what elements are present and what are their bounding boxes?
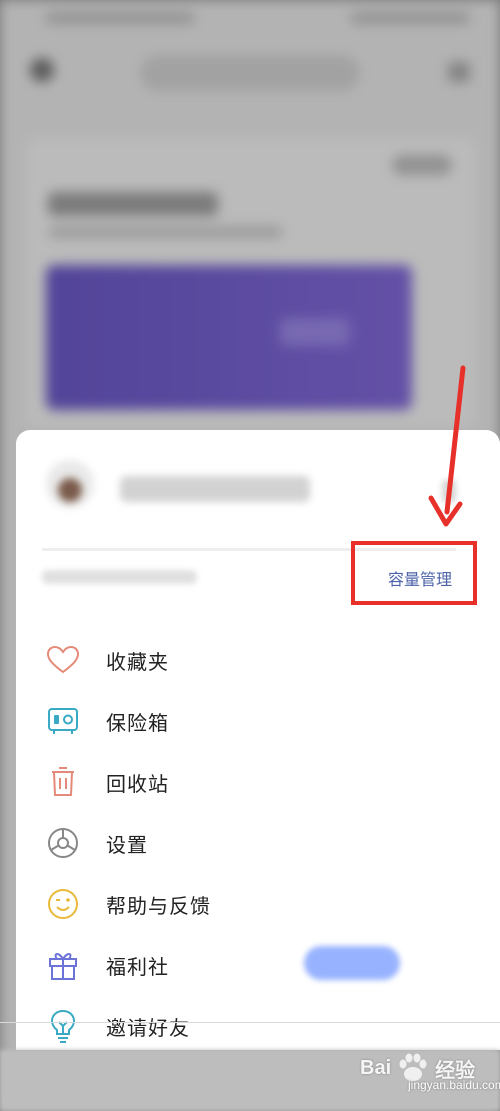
menu-item-label: 保险箱 — [106, 710, 169, 735]
bottom-divider — [0, 1022, 500, 1023]
menu-item-welfare[interactable]: 福利社 — [44, 945, 169, 985]
menu-item-label: 福利社 — [106, 954, 169, 979]
menu-item-label: 回收站 — [106, 771, 169, 796]
watermark-url: jingyan.baidu.com — [408, 1078, 500, 1092]
menu-item-label: 设置 — [106, 832, 148, 857]
safe-icon — [44, 703, 82, 739]
menu-item-settings[interactable]: 设置 — [44, 823, 148, 863]
menu-item-label: 收藏夹 — [106, 649, 169, 674]
menu-item-safe[interactable]: 保险箱 — [44, 701, 169, 741]
menu-item-label: 邀请好友 — [106, 1015, 190, 1040]
smiley-icon — [44, 886, 82, 922]
menu-item-help-feedback[interactable]: 帮助与反馈 — [44, 884, 211, 924]
lightbulb-icon — [44, 1008, 82, 1044]
gear-icon — [44, 825, 82, 861]
menu-item-favorites[interactable]: 收藏夹 — [44, 640, 169, 680]
welfare-promo-badge[interactable] — [304, 946, 400, 980]
menu-item-invite-friends[interactable]: 邀请好友 — [44, 1006, 190, 1046]
heart-icon — [44, 642, 82, 678]
watermark-brand: Bai — [360, 1056, 392, 1079]
menu-item-label: 帮助与反馈 — [106, 893, 211, 918]
gift-icon — [44, 947, 82, 983]
menu-item-recycle-bin[interactable]: 回收站 — [44, 762, 169, 802]
trash-icon — [44, 764, 82, 800]
